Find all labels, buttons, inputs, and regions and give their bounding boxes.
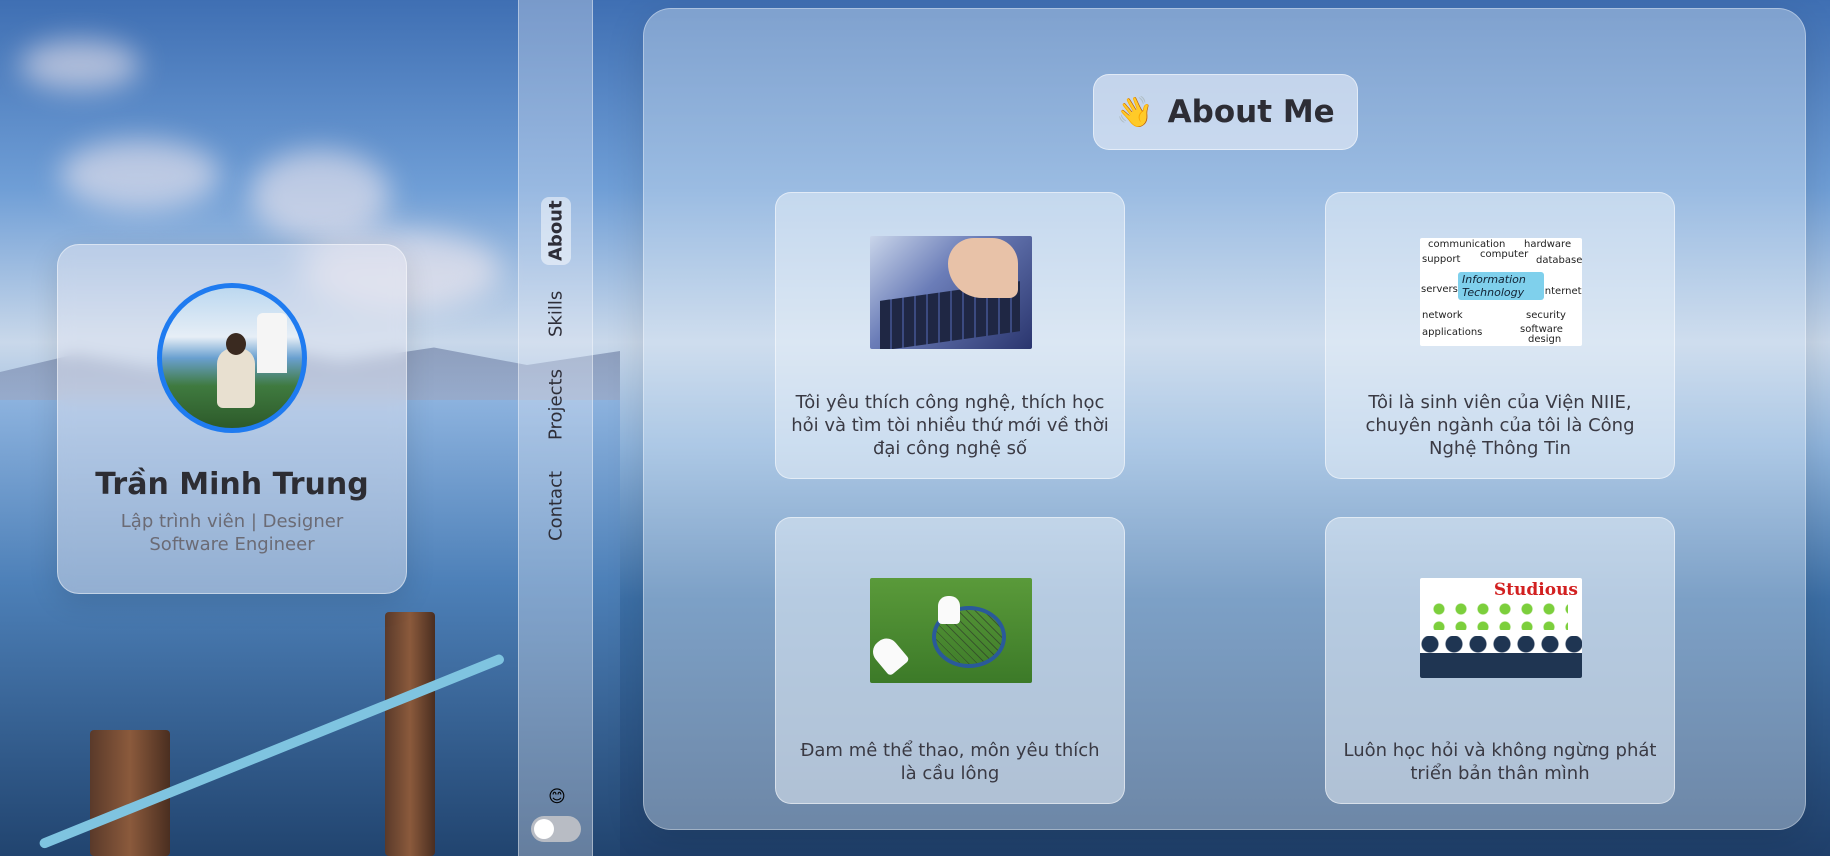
it-word: design bbox=[1528, 334, 1562, 345]
it-banner: Information Technology bbox=[1458, 272, 1544, 300]
about-card-sports: Đam mê thể thao, môn yêu thích là cầu lô… bbox=[775, 517, 1125, 804]
cloud bbox=[60, 140, 220, 210]
information-technology-diagram-image: communication hardware support computer … bbox=[1420, 238, 1582, 346]
it-word: computer bbox=[1480, 249, 1529, 260]
about-card-text: Tôi yêu thích công nghệ, thích học hỏi v… bbox=[791, 392, 1109, 459]
about-card-student: communication hardware support computer … bbox=[1325, 192, 1675, 479]
it-word: support bbox=[1422, 254, 1461, 265]
about-card-learning: Studious Luôn học hỏi và không ngừng phá… bbox=[1325, 517, 1675, 804]
about-card-technology: Tôi yêu thích công nghệ, thích học hỏi v… bbox=[775, 192, 1125, 479]
section-title: 👋 About Me bbox=[1093, 74, 1358, 150]
section-title-text: About Me bbox=[1167, 94, 1335, 130]
toggle-knob bbox=[534, 819, 554, 839]
about-card-text: Tôi là sinh viên của Viện NIIE, chuyên n… bbox=[1365, 392, 1635, 459]
about-card-text: Luôn học hỏi và không ngừng phát triển b… bbox=[1343, 740, 1657, 784]
vertical-nav: About Skills Projects Contact 😊 bbox=[518, 0, 593, 856]
profile-card: Trần Minh Trung Lập trình viên | Designe… bbox=[57, 244, 407, 594]
it-banner-line-1: Information bbox=[1462, 273, 1526, 286]
it-word: network bbox=[1422, 310, 1463, 321]
nav-item-about[interactable]: About bbox=[541, 197, 571, 265]
it-word: security bbox=[1526, 310, 1566, 321]
studious-word: Studious bbox=[1493, 580, 1578, 600]
keyboard-hand-image bbox=[870, 236, 1032, 349]
cloud bbox=[20, 40, 140, 90]
fence-post bbox=[385, 612, 435, 856]
about-panel: 👋 About Me Tôi yêu thích công nghệ, thíc… bbox=[643, 8, 1806, 830]
profile-name: Trần Minh Trung bbox=[95, 467, 369, 502]
theme-toggle[interactable] bbox=[531, 816, 581, 842]
theme-emoji-icon: 😊 bbox=[548, 787, 566, 807]
it-banner-line-2: Technology bbox=[1462, 286, 1525, 299]
avatar bbox=[157, 283, 307, 433]
it-word: internet bbox=[1542, 286, 1582, 297]
nav-item-skills[interactable]: Skills bbox=[541, 286, 571, 342]
studious-image: Studious bbox=[1420, 578, 1582, 678]
nav-item-contact[interactable]: Contact bbox=[541, 469, 571, 543]
it-word: servers bbox=[1421, 284, 1458, 295]
nav-item-projects[interactable]: Projects bbox=[541, 365, 571, 445]
profile-role: Lập trình viên | Designer Software Engin… bbox=[121, 510, 343, 556]
profile-role-line-2: Software Engineer bbox=[149, 534, 315, 555]
waving-hand-icon: 👋 bbox=[1116, 94, 1154, 130]
cloud bbox=[250, 150, 390, 240]
about-card-text: Đam mê thể thao, môn yêu thích là cầu lô… bbox=[800, 740, 1100, 784]
it-word: database bbox=[1536, 255, 1582, 266]
it-word: applications bbox=[1422, 327, 1483, 338]
profile-role-line-1: Lập trình viên | Designer bbox=[120, 511, 344, 532]
badminton-image bbox=[870, 578, 1032, 683]
it-word: hardware bbox=[1524, 239, 1572, 250]
